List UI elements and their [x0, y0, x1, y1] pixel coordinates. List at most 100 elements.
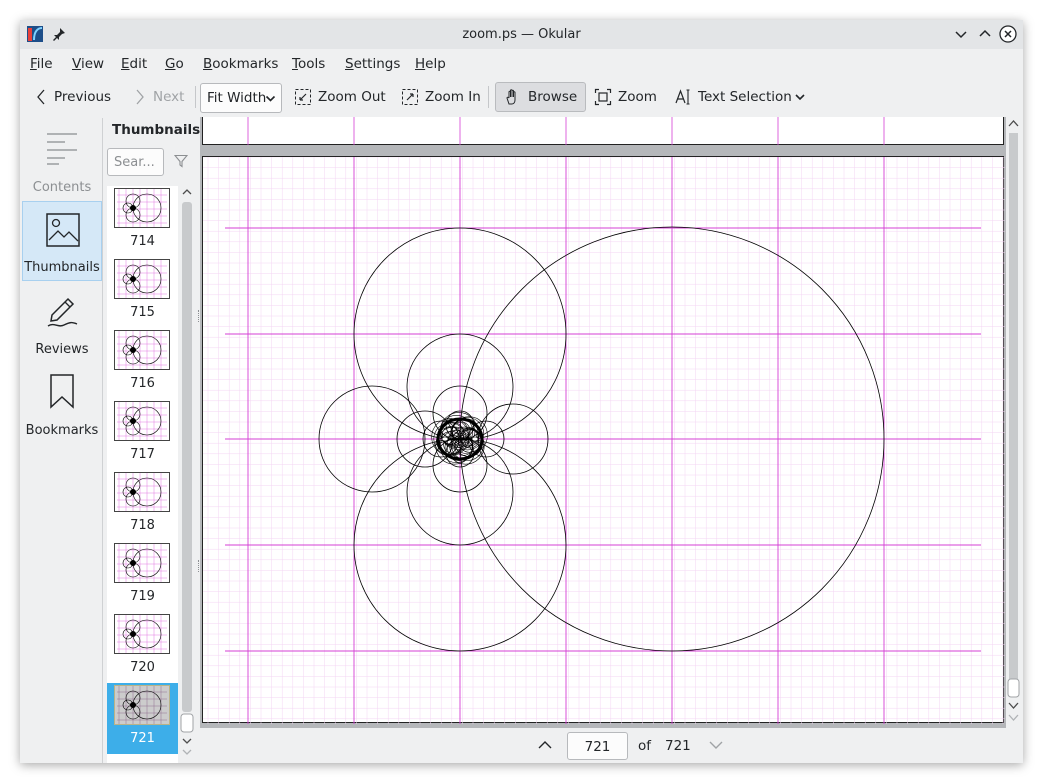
thumbnail-page[interactable]: 716 — [107, 328, 178, 399]
close-icon[interactable] — [999, 25, 1017, 43]
next-label: Next — [153, 89, 185, 105]
zoom-tool-label: Zoom — [618, 89, 657, 105]
filter-icon[interactable] — [174, 154, 188, 168]
page-total: 721 — [665, 738, 691, 754]
thumbnail-scrollbar[interactable] — [180, 186, 194, 763]
thumbnail-search-input[interactable]: Sear... — [107, 148, 164, 176]
dropdown-arrow-icon — [265, 95, 276, 102]
contents-icon — [47, 133, 77, 165]
thumbnail-image — [114, 685, 170, 725]
thumbnail-page[interactable]: 719 — [107, 541, 178, 612]
chevron-right-icon — [136, 89, 144, 105]
sidebar-tabs: Contents Thumbnails Reviews Bookmarks — [22, 118, 103, 763]
document-scrollbar[interactable] — [1006, 117, 1021, 728]
previous-page — [202, 117, 1004, 145]
page-of-label: of — [638, 738, 652, 754]
menu-view[interactable]: View — [72, 56, 104, 72]
chevron-down-icon[interactable] — [794, 92, 806, 102]
menu-bar: File View Edit Go Bookmarks Tools Settin… — [20, 49, 1023, 77]
text-selection-label: Text Selection — [698, 89, 792, 105]
toolbar-separator — [195, 86, 196, 108]
page-number-input[interactable]: 721 — [567, 732, 628, 760]
menu-go[interactable]: Go — [165, 56, 184, 72]
bookmarks-icon — [50, 374, 74, 409]
zoom-out-icon — [295, 89, 311, 105]
page-grid — [247, 117, 885, 145]
thumbnail-page-number: 714 — [130, 234, 155, 249]
zoom-figure — [203, 156, 1005, 724]
previous-button[interactable]: Previous — [34, 82, 111, 112]
sidebar-tab-bookmarks[interactable]: Bookmarks — [22, 363, 102, 443]
text-selection-tool-button[interactable]: Text Selection — [674, 82, 792, 112]
thumbnail-image — [114, 614, 170, 654]
window-title: zoom.ps — Okular — [462, 27, 581, 42]
thumbnail-page[interactable]: 720 — [107, 612, 178, 683]
current-page — [202, 156, 1005, 724]
zoom-in-icon — [402, 89, 418, 105]
menu-file[interactable]: File — [30, 56, 53, 72]
maximize-icon[interactable] — [976, 25, 994, 43]
zoom-out-button[interactable]: Zoom Out — [294, 82, 386, 112]
hand-icon — [506, 89, 516, 105]
thumbnails-icon — [46, 213, 80, 247]
zoom-out-label: Zoom Out — [318, 89, 386, 105]
thumbnail-page[interactable]: 714 — [107, 186, 178, 257]
toolbar-separator — [488, 86, 489, 108]
thumbnail-image — [114, 330, 170, 370]
sidebar-tab-label: Contents — [32, 180, 92, 195]
thumbnail-image — [114, 472, 170, 512]
sidebar-tab-label: Thumbnails — [24, 260, 100, 275]
menu-settings[interactable]: Settings — [345, 56, 400, 72]
zoom-tool-button[interactable]: Zoom — [594, 82, 657, 112]
chevron-up-icon[interactable] — [537, 738, 553, 752]
sidebar-tab-thumbnails[interactable]: Thumbnails — [22, 201, 102, 281]
thumbnail-page[interactable]: 718 — [107, 470, 178, 541]
thumbnail-page-number: 716 — [130, 376, 155, 391]
thumbnail-list[interactable]: 714 715 716 717 718 719 720 721 — [107, 186, 178, 763]
thumbnail-page[interactable]: 721 — [107, 683, 178, 754]
thumbnail-page-number: 717 — [130, 447, 155, 462]
reviews-icon — [47, 297, 78, 327]
thumbnail-image — [114, 259, 170, 299]
thumbnails-panel: Thumbnails Sear... 714 715 716 717 718 719 720… — [104, 118, 201, 763]
main-toolbar: Previous Next Zoom Out Zoom In Browse Zo… — [20, 77, 1023, 117]
zoom-in-button[interactable]: Zoom In — [401, 82, 481, 112]
thumbnail-image — [114, 543, 170, 583]
zoom-mode-value: Fit Width — [207, 90, 267, 106]
menu-tools[interactable]: Tools — [292, 56, 325, 72]
thumbnail-page-number: 715 — [130, 305, 155, 320]
title-bar: zoom.ps — Okular — [20, 20, 1023, 49]
page-navigation-bar: 721 of 721 — [200, 728, 1023, 763]
zoom-in-label: Zoom In — [425, 89, 481, 105]
thumbnail-page-number: 720 — [130, 660, 155, 675]
menu-edit[interactable]: Edit — [121, 56, 147, 72]
sidebar-tab-label: Reviews — [35, 342, 89, 357]
thumbnail-image — [114, 401, 170, 441]
thumbnail-page-number: 718 — [130, 518, 155, 533]
sidebar-tab-reviews[interactable]: Reviews — [22, 282, 102, 362]
chevron-down-icon[interactable] — [708, 738, 724, 752]
thumbnail-page-number: 721 — [130, 731, 155, 746]
next-button[interactable]: Next — [133, 82, 184, 112]
thumbnail-page[interactable]: 717 — [107, 399, 178, 470]
previous-label: Previous — [54, 89, 112, 105]
okular-window: zoom.ps — Okular File View Edit Go Bookm… — [20, 20, 1023, 763]
figure-core-point — [471, 436, 479, 442]
figure-core-point — [441, 436, 449, 442]
thumbnail-page[interactable]: 715 — [107, 257, 178, 328]
document-view[interactable] — [200, 117, 1006, 728]
chevron-left-icon — [37, 89, 45, 105]
zoom-region-icon — [594, 88, 612, 106]
zoom-mode-select[interactable]: Fit Width — [200, 83, 282, 113]
thumbnails-header: Thumbnails — [112, 122, 201, 138]
menu-bookmarks[interactable]: Bookmarks — [203, 56, 278, 72]
menu-help[interactable]: Help — [415, 56, 446, 72]
browse-label: Browse — [528, 89, 578, 105]
thumbnail-page-number: 719 — [130, 589, 155, 604]
sidebar-tab-label: Bookmarks — [25, 423, 99, 438]
minimize-icon[interactable] — [952, 25, 970, 43]
text-select-icon — [675, 89, 690, 105]
browse-tool-button[interactable]: Browse — [495, 82, 587, 112]
sidebar-tab-contents[interactable]: Contents — [22, 120, 102, 200]
thumbnail-image — [114, 188, 170, 228]
